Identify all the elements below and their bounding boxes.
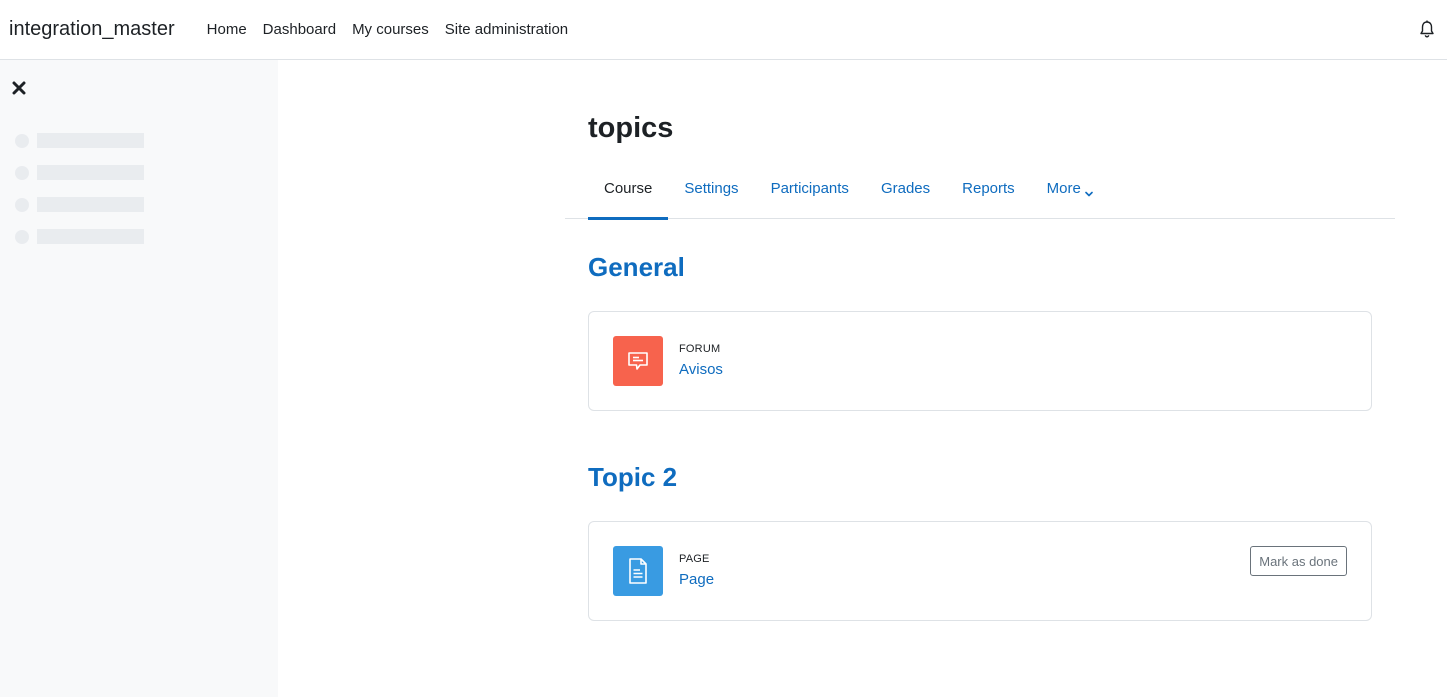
top-navbar: integration_master Home Dashboard My cou… <box>0 0 1447 60</box>
course-index-drawer <box>0 60 278 697</box>
mark-as-done-button[interactable]: Mark as done <box>1250 546 1347 576</box>
placeholder-dot <box>15 133 29 148</box>
primary-navigation: Home Dashboard My courses Site administr… <box>199 21 577 38</box>
placeholder-bar <box>37 165 144 180</box>
nav-site-administration[interactable]: Site administration <box>437 21 576 38</box>
tab-settings[interactable]: Settings <box>668 168 754 219</box>
nav-my-courses[interactable]: My courses <box>344 21 437 38</box>
activity-type-label: Page <box>679 553 710 565</box>
page-title: topics <box>588 112 674 144</box>
placeholder-dot <box>15 165 29 180</box>
site-brand[interactable]: integration_master <box>9 18 175 41</box>
close-icon[interactable] <box>12 81 26 95</box>
forum-icon[interactable] <box>613 336 663 386</box>
placeholder-row <box>15 229 144 244</box>
placeholder-row <box>15 197 144 212</box>
placeholder-row <box>15 165 144 180</box>
section-title-general[interactable]: General <box>588 252 685 283</box>
placeholder-bar <box>37 133 144 148</box>
placeholder-row <box>15 133 144 148</box>
activity-link-page[interactable]: Page <box>679 571 714 588</box>
tab-grades[interactable]: Grades <box>865 168 946 219</box>
bell-icon[interactable] <box>1417 19 1437 39</box>
course-secondary-navigation: Course Settings Participants Grades Repo… <box>565 168 1395 220</box>
tab-participants[interactable]: Participants <box>755 168 865 219</box>
placeholder-bar <box>37 229 144 244</box>
tab-reports[interactable]: Reports <box>946 168 1031 219</box>
section-title-topic-2[interactable]: Topic 2 <box>588 462 677 493</box>
activity-card-forum: Forum Avisos <box>588 311 1372 411</box>
nav-home[interactable]: Home <box>199 21 255 38</box>
tab-more-label: More <box>1046 180 1081 197</box>
activity-link-avisos[interactable]: Avisos <box>679 361 723 378</box>
tab-more[interactable]: More <box>1031 168 1109 219</box>
activity-type-label: Forum <box>679 343 721 355</box>
placeholder-bar <box>37 197 144 212</box>
page-icon[interactable] <box>613 546 663 596</box>
placeholder-dot <box>15 197 29 212</box>
chevron-down-icon <box>1085 185 1093 197</box>
nav-dashboard[interactable]: Dashboard <box>255 21 344 38</box>
placeholder-dot <box>15 229 29 244</box>
tab-course[interactable]: Course <box>588 168 669 220</box>
activity-card-page: Page Page Mark as done <box>588 521 1372 621</box>
